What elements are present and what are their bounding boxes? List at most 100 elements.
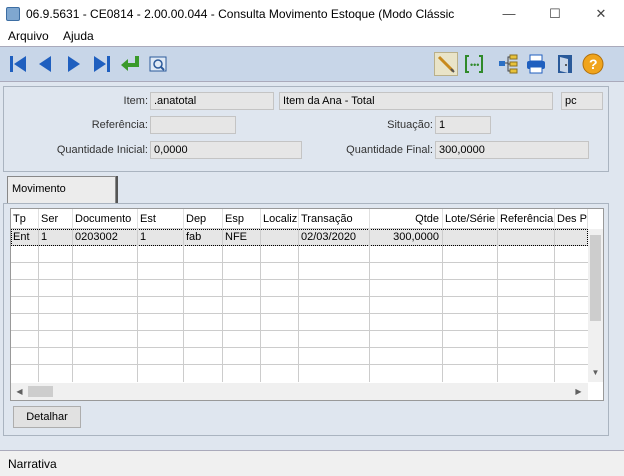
search-doc-icon — [149, 56, 167, 72]
search-document-button[interactable] — [146, 52, 170, 76]
situacao-label: Situação: — [387, 119, 433, 131]
grid-divider — [183, 229, 184, 382]
quantidade-inicial-label: Quantidade Inicial: — [56, 144, 148, 156]
previous-record-button[interactable] — [33, 52, 57, 76]
cell-dep: fab — [184, 229, 223, 245]
table-row-empty[interactable] — [11, 263, 588, 280]
next-icon — [68, 56, 80, 72]
vertical-scrollbar[interactable]: ▼ — [588, 229, 603, 382]
cell-est: 1 — [138, 229, 184, 245]
close-button[interactable]: ✕ — [578, 0, 624, 28]
tree-button[interactable] — [496, 52, 520, 76]
printer-icon — [527, 54, 545, 74]
minimize-button[interactable]: — — [486, 0, 532, 28]
quantidade-inicial-field: 0,0000 — [150, 141, 302, 159]
table-row-empty[interactable] — [11, 365, 588, 382]
item-label: Item: — [123, 95, 148, 107]
grid-divider — [222, 229, 223, 382]
tree-icon — [499, 54, 518, 74]
grid-divider — [554, 229, 555, 382]
col-header-qtde[interactable]: Qtde — [370, 209, 443, 229]
tab-movimento[interactable]: Movimento — [7, 176, 116, 203]
grid-divider — [442, 229, 443, 382]
col-header-esp[interactable]: Esp — [223, 209, 261, 229]
exit-button[interactable] — [553, 52, 577, 76]
window-title: 06.9.5631 - CE0814 - 2.00.00.044 - Consu… — [26, 7, 455, 21]
return-icon — [121, 56, 139, 71]
grid-divider — [72, 229, 73, 382]
table-row-empty[interactable] — [11, 280, 588, 297]
referencia-field — [150, 116, 236, 134]
scroll-left-arrow-icon[interactable]: ◀ — [12, 384, 27, 399]
scroll-down-arrow-icon[interactable]: ▼ — [588, 365, 603, 380]
grid-divider — [369, 229, 370, 382]
first-record-button[interactable] — [6, 52, 30, 76]
cell-documento: 0203002 — [73, 229, 138, 245]
col-header-referencia[interactable]: Referência — [498, 209, 555, 229]
app-icon — [6, 7, 20, 21]
menu-ajuda[interactable]: Ajuda — [63, 29, 94, 43]
table-row-empty[interactable] — [11, 314, 588, 331]
col-header-des-pl[interactable]: Des Pl — [555, 209, 588, 229]
col-header-transacao[interactable]: Transação — [299, 209, 370, 229]
horizontal-scroll-thumb[interactable] — [28, 386, 53, 397]
col-header-est[interactable]: Est — [138, 209, 184, 229]
col-header-tp[interactable]: Tp — [11, 209, 39, 229]
detalhar-button[interactable]: Detalhar — [13, 406, 81, 428]
edit-button[interactable] — [434, 52, 458, 76]
cell-referencia — [498, 229, 555, 245]
table-row-empty[interactable] — [11, 297, 588, 314]
next-record-button[interactable] — [62, 52, 86, 76]
status-text: Narrativa — [8, 457, 57, 471]
grid-divider — [298, 229, 299, 382]
menu-arquivo[interactable]: Arquivo — [8, 29, 49, 43]
col-header-dep[interactable]: Dep — [184, 209, 223, 229]
svg-text:•••: ••• — [470, 60, 479, 70]
pen-icon — [437, 55, 455, 73]
help-icon: ? — [582, 53, 604, 75]
cell-localiz — [261, 229, 299, 245]
col-header-ser[interactable]: Ser — [39, 209, 73, 229]
quantidade-final-label: Quantidade Final: — [346, 144, 433, 156]
print-button[interactable] — [524, 52, 548, 76]
cell-ser: 1 — [39, 229, 73, 245]
item-code-field: .anatotal — [150, 92, 274, 110]
table-row[interactable]: Ent 1 0203002 1 fab NFE 02/03/2020 300,0… — [11, 229, 588, 246]
situacao-field: 1 — [435, 116, 491, 134]
exit-door-icon — [558, 55, 572, 73]
maximize-button[interactable]: ☐ — [532, 0, 578, 28]
last-icon — [94, 56, 110, 72]
table-row-empty[interactable] — [11, 331, 588, 348]
tab-area: Movimento Tp Ser Documento Est Dep Esp L… — [3, 176, 609, 436]
first-icon — [10, 56, 26, 72]
table-row-empty[interactable] — [11, 348, 588, 365]
cell-des-pl — [555, 229, 588, 245]
grid-header: Tp Ser Documento Est Dep Esp Localiz Tra… — [11, 209, 588, 229]
prev-icon — [39, 56, 51, 72]
grid-divider — [38, 229, 39, 382]
scroll-right-arrow-icon[interactable]: ▶ — [571, 384, 586, 399]
col-header-lote-serie[interactable]: Lote/Série — [443, 209, 498, 229]
table-row-empty[interactable] — [11, 246, 588, 263]
help-button[interactable]: ? — [581, 52, 605, 76]
formula-icon: ••• — [465, 55, 483, 73]
return-button[interactable] — [118, 52, 142, 76]
menu-bar: Arquivo Ajuda — [0, 28, 624, 46]
toolbar: ••• ? — [0, 46, 624, 82]
grid-divider — [260, 229, 261, 382]
cell-transacao: 02/03/2020 — [299, 229, 370, 245]
col-header-localiz[interactable]: Localiz — [261, 209, 299, 229]
formula-button[interactable]: ••• — [462, 52, 486, 76]
vertical-scroll-thumb[interactable] — [590, 235, 601, 321]
cell-lote-serie — [443, 229, 498, 245]
referencia-label: Referência: — [91, 119, 148, 131]
status-bar: Narrativa — [0, 450, 624, 476]
cell-tp: Ent — [11, 229, 39, 245]
horizontal-scrollbar[interactable]: ◀ ▶ — [11, 383, 588, 400]
movement-grid[interactable]: Tp Ser Documento Est Dep Esp Localiz Tra… — [10, 208, 604, 401]
item-unit-field: pc — [561, 92, 603, 110]
svg-text:?: ? — [589, 56, 598, 72]
item-description-field: Item da Ana - Total — [279, 92, 553, 110]
col-header-documento[interactable]: Documento — [73, 209, 138, 229]
last-record-button[interactable] — [90, 52, 114, 76]
